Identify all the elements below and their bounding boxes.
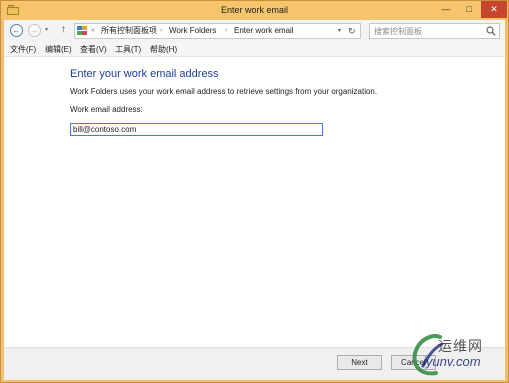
- breadcrumb-item-control-panel[interactable]: 所有控制面板项: [101, 24, 157, 38]
- email-field-label: Work email address:: [70, 105, 143, 114]
- forward-button[interactable]: →: [28, 24, 41, 37]
- breadcrumb[interactable]: « 所有控制面板项 › Work Folders › Enter work em…: [74, 23, 361, 39]
- close-button[interactable]: ✕: [481, 1, 507, 18]
- menu-help[interactable]: 帮助(H): [150, 42, 177, 57]
- recent-locations-dropdown[interactable]: ▾: [45, 26, 48, 33]
- address-dropdown-icon[interactable]: ▾: [338, 24, 341, 38]
- search-input[interactable]: [374, 25, 479, 37]
- cancel-button[interactable]: Cancel: [391, 355, 436, 370]
- search-icon[interactable]: [486, 26, 496, 36]
- window-title: Enter work email: [220, 5, 289, 15]
- breadcrumb-overflow[interactable]: «: [91, 24, 95, 38]
- footer: Next Cancel: [4, 347, 505, 380]
- menu-view[interactable]: 查看(V): [80, 42, 107, 57]
- main-content: Enter your work email address Work Folde…: [4, 57, 505, 347]
- title-bar: Enter work email — □ ✕: [1, 1, 508, 20]
- breadcrumb-separator[interactable]: ›: [225, 24, 227, 38]
- search-box[interactable]: [369, 23, 500, 39]
- back-button[interactable]: ←: [10, 24, 23, 37]
- maximize-button[interactable]: □: [458, 1, 480, 18]
- next-button[interactable]: Next: [337, 355, 382, 370]
- up-button[interactable]: ↑: [61, 24, 66, 35]
- minimize-button[interactable]: —: [434, 1, 458, 18]
- page-title: Enter your work email address: [70, 68, 219, 80]
- breadcrumb-item-enter-work-email[interactable]: Enter work email: [234, 24, 294, 38]
- page-description: Work Folders uses your work email addres…: [70, 87, 378, 96]
- menu-tools[interactable]: 工具(T): [115, 42, 141, 57]
- menu-edit[interactable]: 编辑(E): [45, 42, 72, 57]
- email-field[interactable]: [70, 123, 323, 136]
- window: Enter work email — □ ✕ ← → ▾ ↑ « 所有控制面板项…: [0, 0, 509, 383]
- refresh-icon[interactable]: ↻: [348, 24, 356, 38]
- control-panel-icon: [77, 26, 88, 36]
- menu-file[interactable]: 文件(F): [10, 42, 36, 57]
- breadcrumb-item-work-folders[interactable]: Work Folders: [169, 24, 216, 38]
- breadcrumb-separator[interactable]: ›: [160, 24, 162, 38]
- address-bar: ← → ▾ ↑ « 所有控制面板项 › Work Folders › Enter…: [4, 20, 505, 42]
- menu-bar: 文件(F) 编辑(E) 查看(V) 工具(T) 帮助(H): [4, 42, 505, 57]
